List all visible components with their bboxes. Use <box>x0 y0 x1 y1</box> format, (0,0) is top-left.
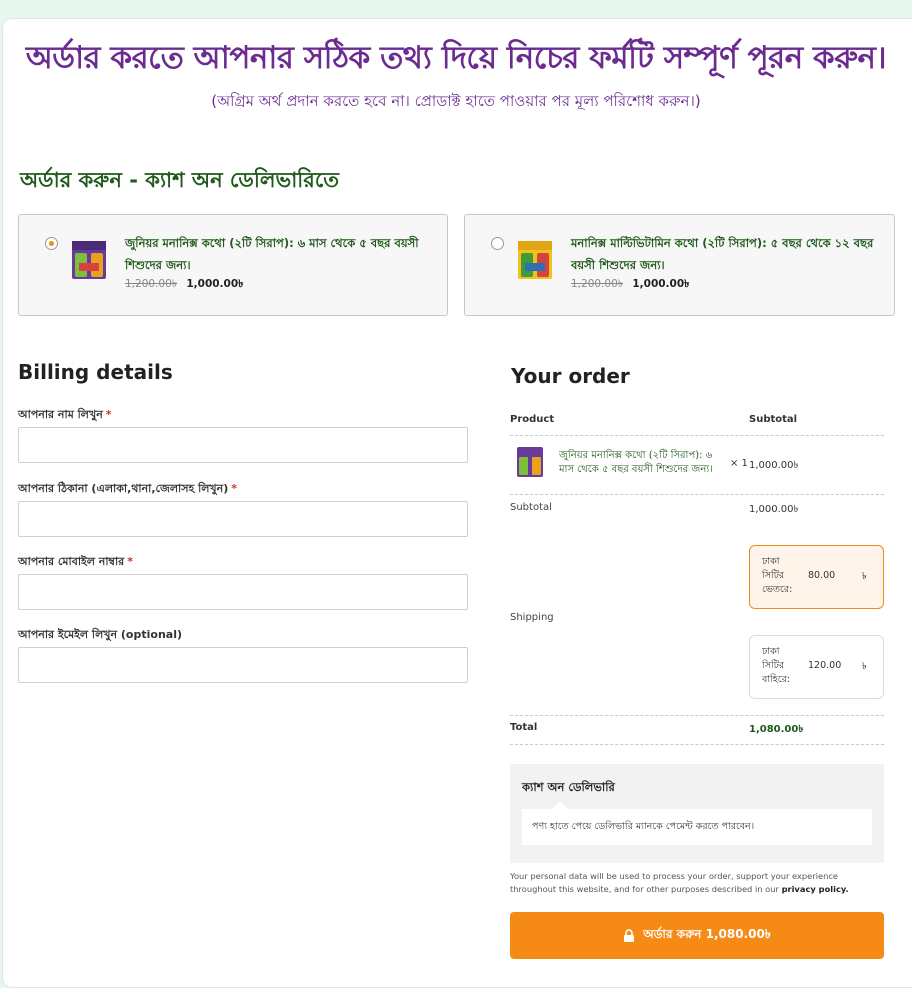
name-label-text: আপনার নাম লিখুন <box>18 408 103 421</box>
required-mark: * <box>231 482 238 495</box>
total-value: 1,080.00৳ <box>749 724 804 735</box>
payment-method-description: পণ্য হাতে পেয়ে ডেলিভারি ম্যানকে পেমেন্ট… <box>522 801 872 845</box>
divider <box>510 435 884 436</box>
payment-method-title: ক্যাশ অন ডেলিভারি <box>522 780 615 794</box>
product-radio-selected[interactable] <box>45 237 58 250</box>
address-label: আপনার ঠিকানা (এলাকা,থানা,জেলাসহ লিখুন) * <box>18 480 237 499</box>
product-price: 1,200.00৳ 1,000.00৳ <box>125 277 243 294</box>
email-label-text: আপনার ইমেইল লিখুন (optional) <box>18 628 182 641</box>
phone-label: আপনার মোবাইল নাম্বার * <box>18 553 133 572</box>
address-input[interactable] <box>18 501 468 537</box>
col-product: Product <box>510 414 555 425</box>
lock-icon <box>624 929 635 942</box>
name-label: আপনার নাম লিখুন * <box>18 406 112 425</box>
place-order-button[interactable]: অর্ডার করুন 1,080.00৳ <box>510 912 884 959</box>
product-price: 1,200.00৳ 1,000.00৳ <box>571 277 689 294</box>
cart-item-subtotal: 1,000.00৳ <box>749 460 799 471</box>
col-subtotal: Subtotal <box>749 414 798 425</box>
shipping-option-currency: ৳ <box>862 571 867 582</box>
order-section-title: অর্ডার করুন - ক্যাশ অন ডেলিভারিতে <box>20 168 340 192</box>
billing-title: Billing details <box>18 360 173 384</box>
sale-price: 1,000.00৳ <box>632 278 690 290</box>
payment-method-box[interactable]: ক্যাশ অন ডেলিভারি পণ্য হাতে পেয়ে ডেলিভা… <box>510 764 884 863</box>
shipping-option-name: ঢাকা সিটির ভেতরে: <box>762 556 793 595</box>
cart-item-qty: × 1 <box>730 458 748 469</box>
name-input[interactable] <box>18 427 468 463</box>
product-image <box>72 241 106 279</box>
subtotal-label: Subtotal <box>510 502 552 513</box>
divider <box>510 744 884 745</box>
product-radio[interactable] <box>491 237 504 250</box>
page-subhead: (অগ্রিম অর্থ প্রদান করতে হবে না। প্রোডাক… <box>211 92 701 110</box>
product-name: মনানিক্স মাল্টিভিটামিন কথো (২টি সিরাপ): … <box>571 236 874 272</box>
cart-item-name: জুনিয়র মনানিক্স কথো (২টি সিরাপ): ৬ মাস … <box>559 450 713 475</box>
phone-input[interactable] <box>18 574 468 610</box>
product-option-junior[interactable]: জুনিয়র মনানিক্স কথো (২টি সিরাপ): ৬ মাস … <box>18 214 448 316</box>
email-label: আপনার ইমেইল লিখুন (optional) <box>18 626 185 645</box>
product-option-multivitamin[interactable]: মনানিক্স মাল্টিভিটামিন কথো (২টি সিরাপ): … <box>464 214 895 316</box>
privacy-notice: Your personal data will be used to proce… <box>510 870 886 896</box>
product-name: জুনিয়র মনানিক্স কথো (২টি সিরাপ): ৬ মাস … <box>125 236 419 272</box>
email-input[interactable] <box>18 647 468 683</box>
divider <box>510 494 884 495</box>
shipping-option-price: 120.00 <box>808 660 842 671</box>
subtotal-value: 1,000.00৳ <box>749 504 799 515</box>
page-headline: অর্ডার করতে আপনার সঠিক তথ্য দিয়ে নিচের … <box>25 40 887 76</box>
product-image <box>518 241 552 279</box>
sale-price: 1,000.00৳ <box>186 278 244 290</box>
total-label: Total <box>510 722 538 733</box>
cart-item-image <box>517 447 543 477</box>
place-order-label: অর্ডার করুন 1,080.00৳ <box>643 926 771 941</box>
old-price: 1,200.00৳ <box>571 278 623 290</box>
old-price: 1,200.00৳ <box>125 278 177 290</box>
phone-label-text: আপনার মোবাইল নাম্বার <box>18 555 125 568</box>
order-title: Your order <box>511 364 630 388</box>
address-label-text: আপনার ঠিকানা (এলাকা,থানা,জেলাসহ লিখুন) <box>18 482 229 495</box>
shipping-option-currency: ৳ <box>862 661 867 672</box>
divider <box>510 715 884 716</box>
shipping-option-price: 80.00 <box>808 570 836 581</box>
required-mark: * <box>105 408 112 421</box>
shipping-option-outside-dhaka[interactable]: ঢাকা সিটির বাহিরে: 120.00 ৳ <box>749 635 884 699</box>
shipping-option-name: ঢাকা সিটির বাহিরে: <box>762 646 790 685</box>
shipping-label: Shipping <box>510 612 554 623</box>
privacy-policy-link[interactable]: privacy policy. <box>782 884 849 894</box>
shipping-option-inside-dhaka[interactable]: ঢাকা সিটির ভেতরে: 80.00 ৳ <box>749 545 884 609</box>
required-mark: * <box>127 555 133 568</box>
